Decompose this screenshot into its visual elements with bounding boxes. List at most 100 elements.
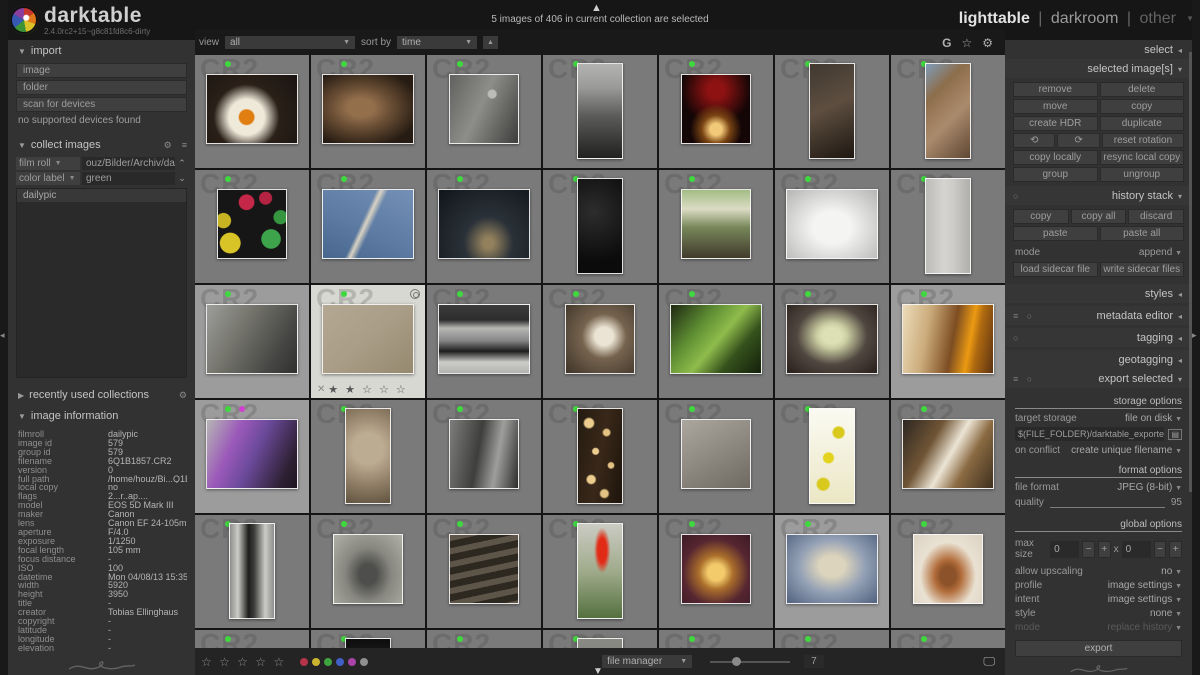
on-conflict-value[interactable]: create unique filename [1071, 445, 1172, 456]
history-load-sidecar-file-button[interactable]: load sidecar file [1013, 262, 1098, 277]
thumbnail-image-pear-in-hand[interactable] [786, 304, 878, 374]
export-option-mode[interactable]: mode replace history ▼ [1005, 620, 1192, 634]
thumbnail-image-red-tulip[interactable] [577, 523, 623, 619]
top-panel-expander-icon[interactable]: ▲ [591, 2, 602, 14]
selected-reset-rotation-button[interactable]: reset rotation [1101, 133, 1184, 148]
rule-field-dropdown[interactable]: color label ▼ [16, 172, 80, 185]
thumbnail-cell-stone-arch-narrow[interactable]: CR2 [195, 515, 309, 628]
collection-list[interactable]: dailypic [16, 188, 187, 378]
history-paste-all-button[interactable]: paste all [1099, 226, 1184, 241]
layout-dropdown[interactable]: file manager ▼ [602, 655, 693, 668]
thumbnail-cell-forsythia[interactable]: CR2 [775, 400, 889, 513]
presets-icon[interactable]: ⚙ [179, 390, 187, 401]
thumbnail-cell-empty[interactable]: CR2 [659, 630, 773, 648]
module-header-geotagging[interactable]: geotagging ◂ [1005, 350, 1192, 369]
thumbnail-image-deer-eye[interactable] [925, 63, 971, 159]
thumbnail-settings-icon[interactable]: ⚙ [982, 36, 993, 50]
thumbnail-cell-willow-catkins[interactable]: CR2 [311, 170, 425, 283]
rule-value-input[interactable]: ouz/Bilder/Archiv/dailypic [82, 157, 175, 170]
thumbnail-image-skateboarder-bw[interactable] [206, 304, 298, 374]
thumbnail-image-dark-top[interactable] [345, 638, 391, 648]
import-section-header[interactable]: ▼ import [8, 40, 195, 61]
history-paste-button[interactable]: paste [1013, 226, 1098, 241]
thumbnail-image-round-sign-wires[interactable] [565, 304, 635, 374]
thumbnail-image-owl-carving[interactable] [322, 74, 414, 144]
thumbnail-image-dark-still-life[interactable] [577, 178, 623, 274]
color-label-dot[interactable] [312, 657, 321, 666]
thumbnail-image-wood-shingles[interactable] [449, 534, 519, 604]
file-format-row[interactable]: file format JPEG (8-bit) ▼ [1005, 480, 1192, 494]
collection-list-item[interactable]: dailypic [17, 189, 186, 202]
thumbnail-image-shell-in-hands[interactable] [786, 534, 878, 604]
thumbnail-image-boar[interactable] [809, 63, 855, 159]
thumbnail-cell-staircase-bw[interactable]: CR2 [543, 55, 657, 168]
menu-icon[interactable]: ≡ [182, 140, 187, 150]
max-width-input[interactable]: 0 [1050, 540, 1080, 558]
thumbnail-cell-skateboarder-bw[interactable]: CR2 [195, 285, 309, 398]
target-storage-row[interactable]: target storage file on disk ▼ [1005, 411, 1192, 425]
thumbnail-image-red-lamp-dark[interactable] [681, 74, 751, 144]
thumbnail-cell-pear-in-hand[interactable]: CR2 [775, 285, 889, 398]
increment-button[interactable]: + [1097, 540, 1111, 558]
option-value[interactable]: none [1150, 608, 1172, 619]
module-header-icons[interactable]: ≡ ○ [1013, 311, 1035, 321]
thumbnail-image-willow-catkins[interactable] [322, 189, 414, 259]
thumbnail-image-purple-hair[interactable] [206, 419, 298, 489]
selected-copy-locally-button[interactable]: copy locally [1013, 150, 1098, 165]
export-header-icons[interactable]: ≡ ○ [1013, 374, 1035, 384]
import-image-button[interactable]: image [16, 63, 187, 78]
target-storage-value[interactable]: file on disk [1125, 413, 1172, 424]
module-header-tagging[interactable]: ○ tagging ◂ [1005, 328, 1192, 347]
thumbnail-cell-crane-emblem[interactable]: CR2 [311, 400, 425, 513]
export-option-intent[interactable]: intent image settings ▼ [1005, 592, 1192, 606]
mode-other[interactable]: other [1140, 10, 1176, 27]
option-value[interactable]: replace history [1107, 622, 1172, 633]
thumbnail-cell-shell-in-hands[interactable]: CR2 [775, 515, 889, 628]
decrement-button[interactable]: − [1082, 540, 1095, 558]
selected-remove-button[interactable]: remove [1013, 82, 1098, 97]
history-stack-header[interactable]: ○ history stack ▾ [1005, 186, 1192, 205]
history-mode-value[interactable]: append [1139, 247, 1172, 258]
thumbnail-image-graffiti-wall[interactable] [681, 419, 751, 489]
rule-field-dropdown[interactable]: film roll ▼ [16, 157, 80, 170]
selected-delete-button[interactable]: delete [1099, 82, 1184, 97]
color-label-dot[interactable] [348, 657, 357, 666]
rule-mode-icon[interactable]: ⌄ [177, 173, 187, 184]
option-value[interactable]: no [1161, 566, 1172, 577]
thumbnail-image-gravel-texture[interactable] [322, 304, 414, 374]
thumbnail-image-string-lights[interactable] [577, 408, 623, 504]
selected-move-button[interactable]: move [1013, 99, 1098, 114]
thumbnail-cell-empty[interactable]: CR2 [775, 630, 889, 648]
module-header-styles[interactable]: styles ◂ [1005, 284, 1192, 303]
thumbnail-cell-owl-carving[interactable]: CR2 [311, 55, 425, 168]
selected-create-hdr-button[interactable]: create HDR [1013, 116, 1098, 131]
thumbnail-image-cracked-wall[interactable] [925, 178, 971, 274]
presets-icon[interactable]: ⚙ [164, 140, 172, 151]
recent-collections-header[interactable]: ▶ recently used collections ⚙ [8, 384, 195, 405]
collect-section-header[interactable]: ▼ collect images ⚙ ≡ [8, 134, 195, 155]
selected-resync-local-copy-button[interactable]: resync local copy [1099, 150, 1184, 165]
thumbnail-image-staircase-bw[interactable] [577, 63, 623, 159]
selected-copy-button[interactable]: copy [1099, 99, 1184, 114]
zoom-value[interactable]: 7 [804, 655, 824, 668]
export-option-profile[interactable]: profile image settings ▼ [1005, 578, 1192, 592]
import-scan-for-devices-button[interactable]: scan for devices [16, 97, 187, 112]
thumbnail-cell-crocus-sprouts[interactable]: CR2 [659, 170, 773, 283]
sort-direction-button[interactable]: ▲ [483, 36, 498, 49]
decrement-button[interactable]: − [1153, 540, 1167, 558]
file-format-value[interactable]: JPEG (8-bit) [1117, 482, 1172, 493]
thumbnail-cell-purple-hair[interactable]: CR2 [195, 400, 309, 513]
thumbnail-cell-red-lamp-dark[interactable]: CR2 [659, 55, 773, 168]
select-module-header[interactable]: select ◂ [1005, 40, 1192, 59]
increment-button[interactable]: + [1169, 540, 1183, 558]
thumbnail-cell-fabric-closeup[interactable]: CR2 [427, 400, 541, 513]
selected-duplicate-button[interactable]: duplicate [1099, 116, 1184, 131]
presets-icon[interactable]: ○ [1013, 191, 1021, 201]
thumbnail-cell-sink[interactable]: CR2 [775, 170, 889, 283]
bottom-panel-expander-icon[interactable]: ▼ [593, 666, 603, 675]
thumbnail-image-guitar-picks[interactable] [217, 189, 287, 259]
thumbnail-cell-candle-jar[interactable]: CR2 [659, 515, 773, 628]
history-discard-button[interactable]: discard [1128, 209, 1185, 224]
selected-group-button[interactable]: group [1013, 167, 1098, 182]
thumbnail-image-sink[interactable] [786, 189, 878, 259]
